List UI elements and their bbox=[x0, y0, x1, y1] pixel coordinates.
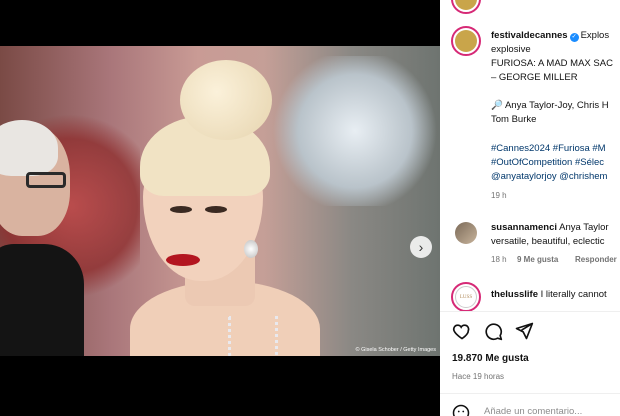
background-light bbox=[270, 56, 440, 206]
comment-icon[interactable] bbox=[483, 321, 503, 341]
caption-age: 19 h bbox=[491, 191, 507, 200]
comment-text: thelusslife I literally cannot bbox=[491, 289, 607, 300]
comment-username[interactable]: susannamenci bbox=[491, 222, 557, 233]
caption-line: FURIOSA: A MAD MAX SAC bbox=[491, 58, 613, 69]
post-time: Hace 19 horas bbox=[452, 372, 505, 381]
caption-cast-line2: Tom Burke bbox=[491, 114, 537, 125]
divider bbox=[440, 311, 620, 312]
caption-line: – GEORGE MILLER bbox=[491, 72, 578, 83]
verified-badge-icon: ✓ bbox=[569, 33, 579, 42]
necklace bbox=[228, 316, 278, 356]
comment-avatar[interactable] bbox=[451, 218, 481, 248]
media-area: › © Gisela Schober / Getty Images bbox=[0, 0, 440, 416]
caption-line: explosive bbox=[491, 44, 531, 55]
woman-hair-bun bbox=[180, 60, 272, 140]
caption-avatar[interactable] bbox=[451, 26, 481, 56]
caption-first-line: festivaldecannes ✓ Explos bbox=[491, 30, 610, 42]
divider bbox=[440, 393, 620, 394]
post-side-panel: festivaldecannes ✓ Explos explosive FURIOS… bbox=[440, 0, 620, 416]
earring bbox=[244, 240, 258, 258]
man-figure bbox=[0, 120, 85, 356]
post-photo[interactable]: › © Gisela Schober / Getty Images bbox=[0, 46, 440, 356]
instagram-post-view: › © Gisela Schober / Getty Images festiv… bbox=[0, 0, 620, 416]
comment-text-line2: versatile, beautiful, eclectic bbox=[491, 236, 605, 247]
comment-reply-button[interactable]: Responder bbox=[575, 255, 617, 264]
woman-lips bbox=[166, 254, 200, 266]
comment-avatar[interactable]: LUSS bbox=[451, 282, 481, 312]
caption-cast-line: 🔎 Anya Taylor-Joy, Chris H bbox=[491, 100, 609, 111]
like-count[interactable]: 19.870 Me gusta bbox=[452, 353, 529, 364]
chevron-right-icon[interactable]: › bbox=[410, 236, 432, 258]
comment-age: 18 h bbox=[491, 255, 507, 264]
caption-hashtags[interactable]: #Cannes2024 #Furiosa #M bbox=[491, 143, 606, 154]
photo-credit: © Gisela Schober / Getty Images bbox=[355, 347, 436, 353]
send-icon[interactable] bbox=[514, 321, 534, 341]
heart-icon[interactable] bbox=[452, 321, 472, 341]
comment-text: susannamenci Anya Taylor bbox=[491, 222, 609, 233]
emoji-icon[interactable] bbox=[452, 404, 470, 416]
caption-mentions[interactable]: @anyataylorjoy @chrishem bbox=[491, 171, 607, 182]
header-avatar[interactable] bbox=[451, 0, 481, 14]
add-comment-input[interactable]: Añade un comentario... bbox=[484, 406, 582, 416]
caption-hashtags[interactable]: #OutOfCompetition #Sélec bbox=[491, 157, 604, 168]
caption-username[interactable]: festivaldecannes bbox=[491, 30, 568, 41]
comment-likes[interactable]: 9 Me gusta bbox=[517, 255, 558, 264]
comment-username[interactable]: thelusslife bbox=[491, 289, 538, 300]
